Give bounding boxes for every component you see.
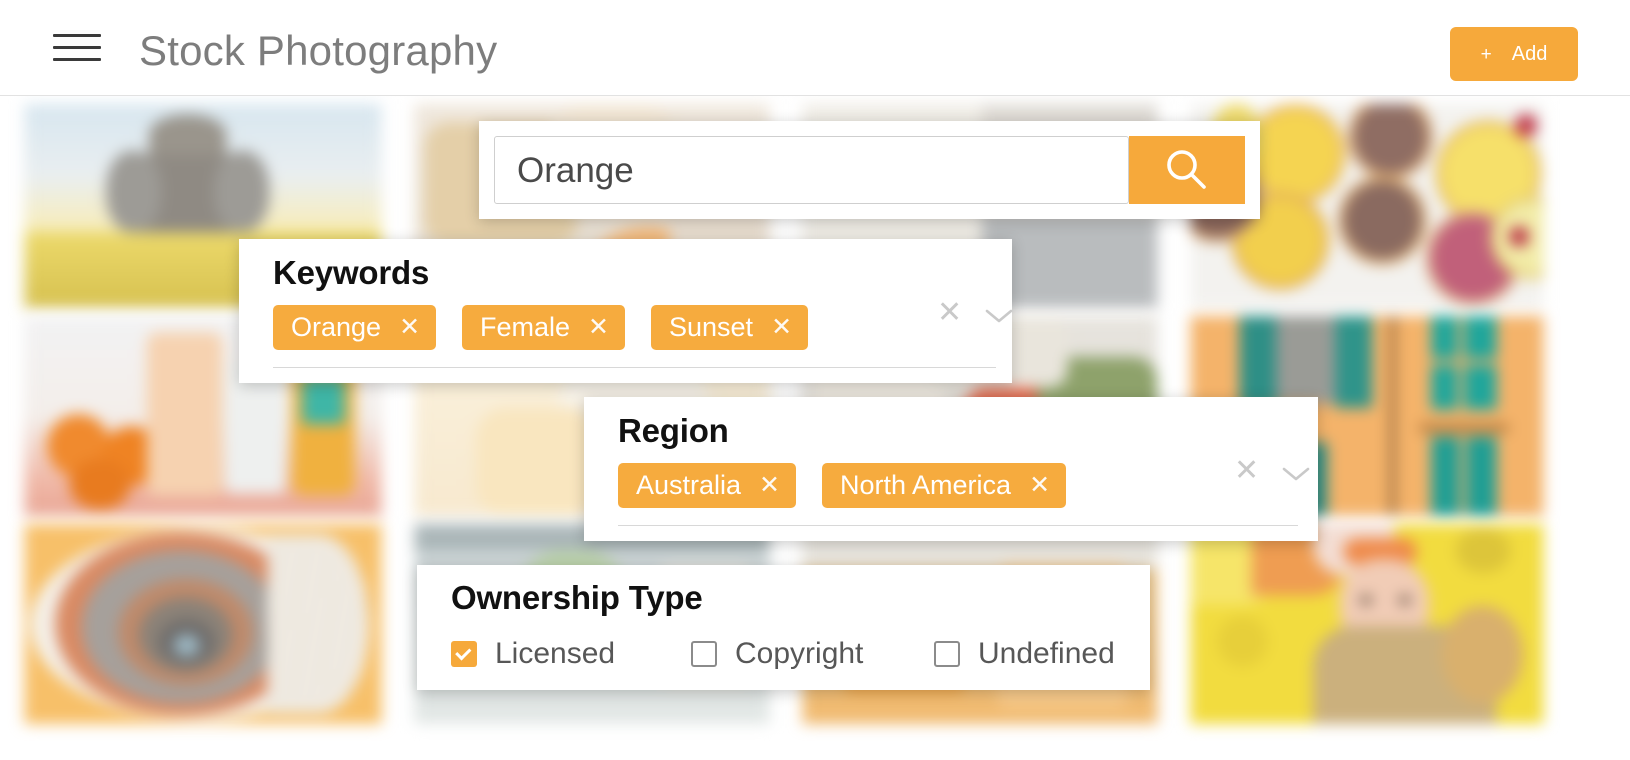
region-chip-label: Australia [636,470,741,501]
close-icon[interactable]: ✕ [1029,473,1050,498]
checkbox-unchecked-icon[interactable] [691,641,717,667]
add-button-label: Add [1512,43,1548,66]
ownership-option-undefined[interactable]: Undefined [934,637,1115,671]
region-chevron-down-icon[interactable] [1281,465,1311,483]
app-header: Stock Photography + Add [0,0,1630,96]
search-input-wrapper [494,136,1129,204]
close-icon[interactable]: ✕ [588,315,609,340]
keyword-chip[interactable]: Orange ✕ [273,305,436,350]
keyword-chip[interactable]: Sunset ✕ [651,305,808,350]
search-input[interactable] [515,137,1119,205]
ownership-option-label: Undefined [978,637,1115,671]
ownership-options: Licensed Copyright Undefined [451,637,1115,671]
add-button[interactable]: + Add [1450,27,1578,81]
search-icon [1161,144,1213,196]
ownership-option-label: Copyright [735,637,863,671]
keywords-panel-title: Keywords [273,254,429,292]
keyword-chip-label: Female [480,312,570,343]
close-icon[interactable]: ✕ [759,473,780,498]
keywords-divider [273,367,996,368]
checkbox-unchecked-icon[interactable] [934,641,960,667]
keyword-chip[interactable]: Female ✕ [462,305,625,350]
plus-icon: + [1481,45,1492,64]
thumbnail-spiral-staircase[interactable] [25,524,382,724]
region-chip-row: Australia ✕ North America ✕ [618,463,1066,508]
keywords-chip-row: Orange ✕ Female ✕ Sunset ✕ [273,305,808,350]
region-divider [618,525,1298,526]
ownership-panel-title: Ownership Type [451,579,702,617]
region-chip[interactable]: North America ✕ [822,463,1066,508]
keywords-chevron-down-icon[interactable] [984,307,1014,325]
keywords-clear-icon[interactable]: ✕ [937,298,962,328]
search-button[interactable] [1129,136,1245,204]
keywords-filter-panel: Keywords Orange ✕ Female ✕ Sunset ✕ ✕ [239,239,1012,383]
region-chip-label: North America [840,470,1011,501]
region-chip[interactable]: Australia ✕ [618,463,796,508]
keyword-chip-label: Sunset [669,312,753,343]
ownership-option-label: Licensed [495,637,615,671]
thumbnail-child-yellow[interactable] [1191,524,1544,724]
keyword-chip-label: Orange [291,312,381,343]
search-panel [479,121,1260,219]
region-panel-title: Region [618,412,729,450]
hamburger-menu-icon[interactable] [53,33,101,63]
checkbox-checked-icon[interactable] [451,641,477,667]
close-icon[interactable]: ✕ [399,315,420,340]
page-title: Stock Photography [139,27,497,75]
ownership-type-panel: Ownership Type Licensed Copyright Undefi… [417,565,1150,690]
region-filter-panel: Region Australia ✕ North America ✕ ✕ [584,397,1318,541]
region-clear-icon[interactable]: ✕ [1234,456,1259,486]
ownership-option-licensed[interactable]: Licensed [451,637,691,671]
close-icon[interactable]: ✕ [771,315,792,340]
ownership-option-copyright[interactable]: Copyright [691,637,934,671]
